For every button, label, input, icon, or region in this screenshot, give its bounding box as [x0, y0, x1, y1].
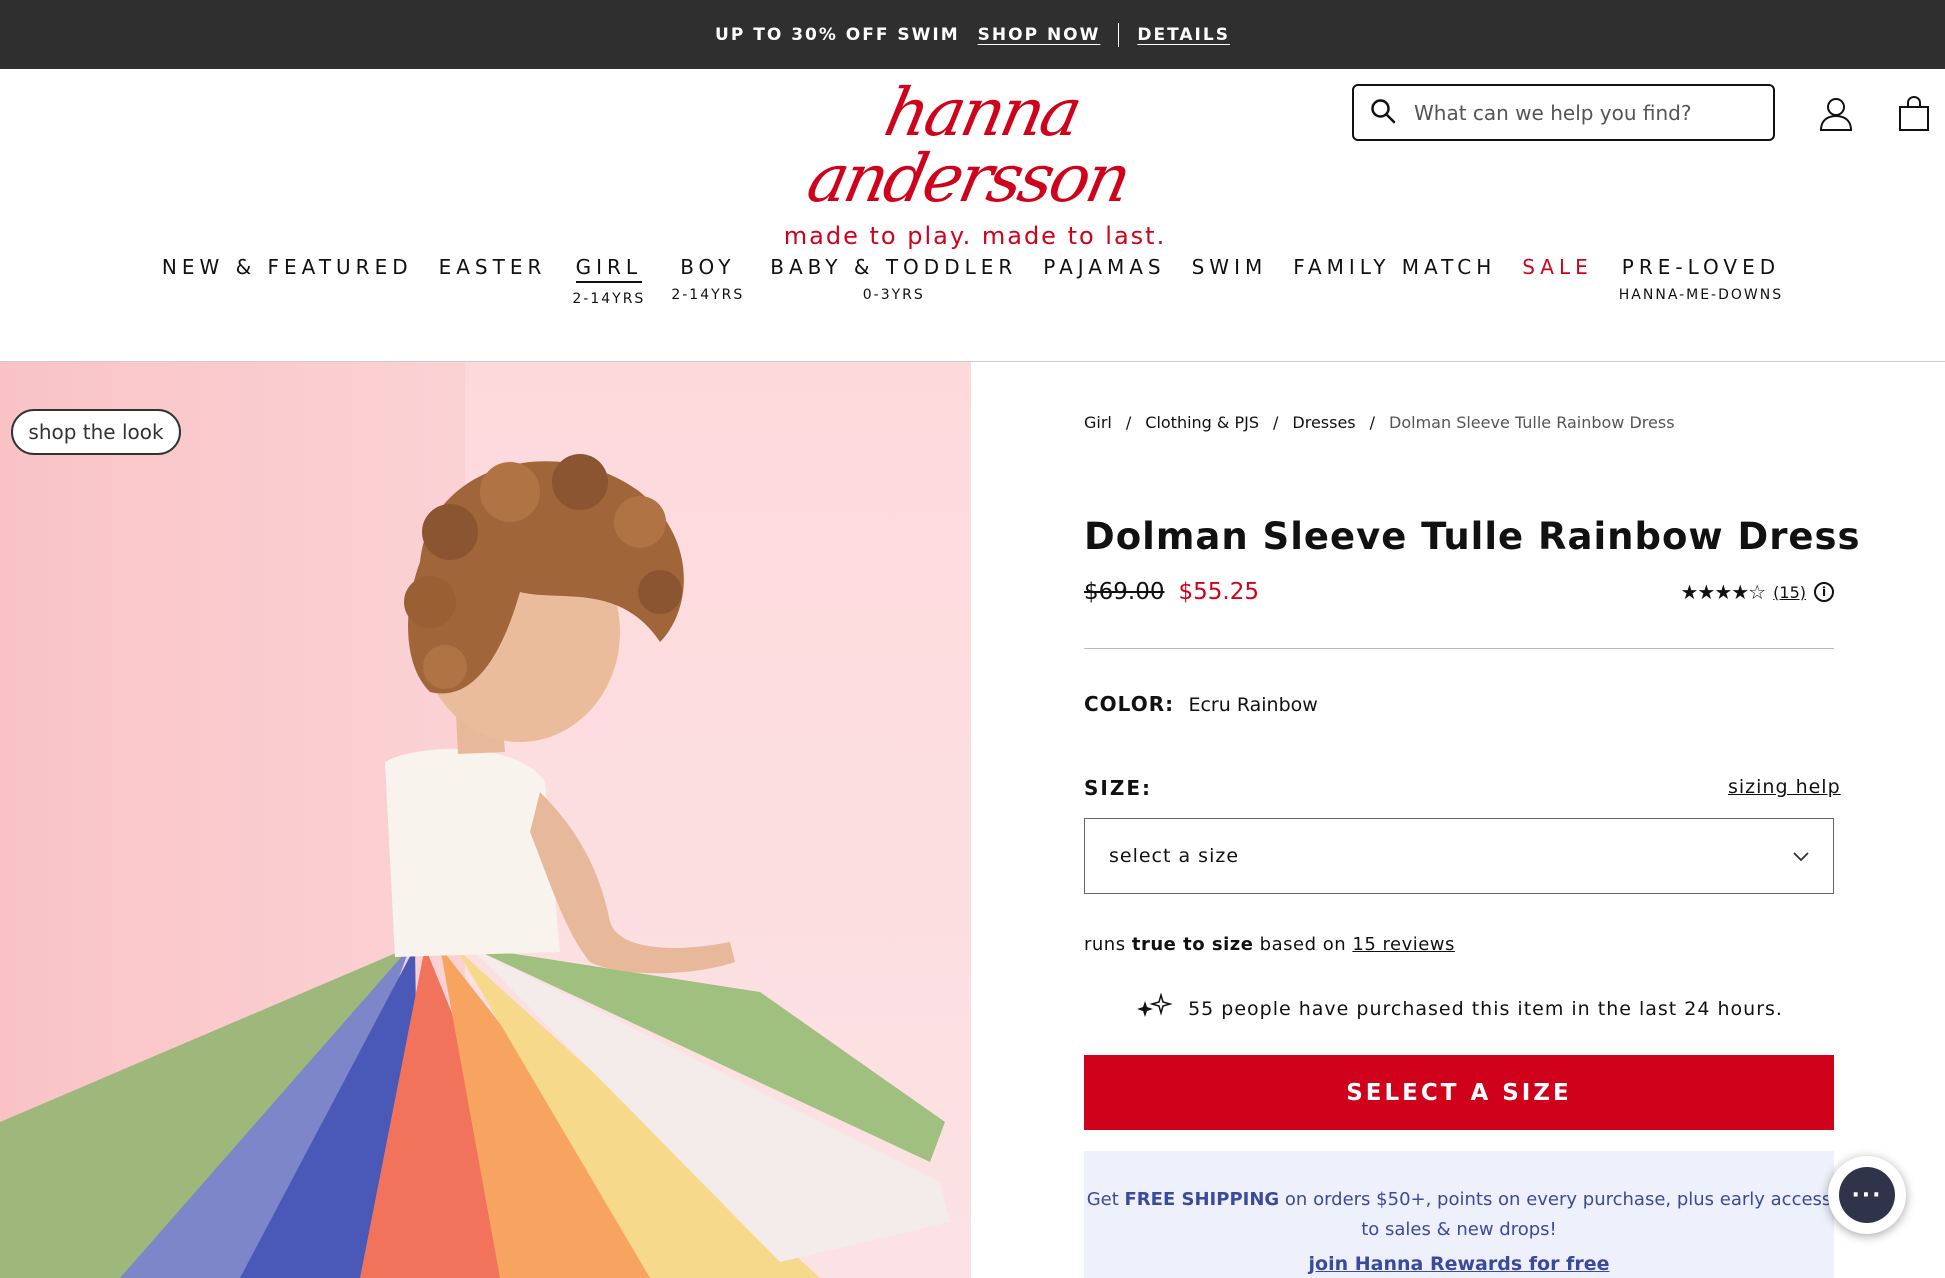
nav-item-girl[interactable]: GIRL 2-14YRS: [559, 255, 658, 307]
account-icon[interactable]: [1816, 94, 1856, 134]
purchase-activity: 55 people have purchased this item in th…: [1084, 992, 1834, 1021]
rewards-line1-pre: Get: [1086, 1189, 1119, 1210]
price-row: $69.00 $55.25 ★★★★☆ (15) i: [1084, 579, 1834, 605]
size-label: SIZE:: [1084, 776, 1153, 800]
nav-sublabel: 2-14YRS: [671, 287, 745, 303]
breadcrumb-item-clothing[interactable]: Clothing & PJS: [1145, 413, 1259, 432]
color-selector: COLOR: Ecru Rainbow: [1084, 692, 1318, 716]
product-image[interactable]: shop the look: [0, 362, 971, 1278]
sizing-help-link[interactable]: sizing help: [1728, 776, 1841, 798]
nav-sublabel: HANNA-ME-DOWNS: [1618, 287, 1784, 303]
nav-item-easter[interactable]: EASTER: [426, 255, 560, 307]
details-link[interactable]: DETAILS: [1137, 25, 1230, 45]
search-icon[interactable]: [1370, 98, 1396, 128]
nav-label: SWIM: [1191, 255, 1268, 279]
star-rating-icon: ★★★★☆: [1680, 580, 1767, 604]
reviews-link[interactable]: 15 reviews: [1352, 934, 1455, 955]
chevron-down-icon: [1793, 845, 1809, 867]
nav-label: BABY & TODDLER: [770, 255, 1018, 279]
price-divider: [1084, 648, 1834, 649]
nav-sublabel: 0-3YRS: [862, 287, 925, 303]
breadcrumb-item-dresses[interactable]: Dresses: [1292, 413, 1355, 432]
size-dropdown[interactable]: select a size: [1084, 818, 1834, 894]
fit-info: runs true to size based on 15 reviews: [1084, 934, 1455, 955]
fit-prefix: runs: [1084, 934, 1126, 955]
review-count-link[interactable]: (15): [1773, 583, 1806, 602]
nav-label: NEW & FEATURED: [161, 255, 413, 279]
rewards-line2: to sales & new drops!: [1361, 1219, 1557, 1240]
rewards-promo: Get FREE SHIPPING on orders $50+, points…: [1084, 1151, 1834, 1278]
main-nav: NEW & FEATURED EASTER GIRL 2-14YRS BOY 2…: [0, 255, 1945, 307]
chat-bubble-icon: ···: [1839, 1167, 1895, 1223]
select-size-button[interactable]: SELECT A SIZE: [1084, 1055, 1834, 1130]
nav-item-family-match[interactable]: FAMILY MATCH: [1280, 255, 1509, 307]
promo-bar: UP TO 30% OFF SWIM SHOP NOW DETAILS: [0, 0, 1945, 69]
search-input[interactable]: [1414, 100, 1744, 125]
nav-sublabel: 2-14YRS: [572, 291, 646, 307]
nav-label: FAMILY MATCH: [1293, 255, 1497, 279]
shopping-bag-icon[interactable]: [1896, 94, 1932, 134]
rating[interactable]: ★★★★☆ (15) i: [1680, 580, 1834, 604]
color-label: COLOR:: [1084, 692, 1175, 716]
shop-the-look-button[interactable]: shop the look: [11, 409, 181, 455]
join-rewards-link[interactable]: join Hanna Rewards for free: [1084, 1249, 1834, 1278]
nav-label: GIRL: [575, 255, 643, 283]
nav-label: EASTER: [438, 255, 547, 279]
logo-tagline: made to play. made to last.: [783, 222, 1167, 250]
shop-now-link[interactable]: SHOP NOW: [978, 25, 1101, 45]
breadcrumb-separator: /: [1369, 413, 1376, 432]
fit-value: true to size: [1131, 934, 1254, 955]
fit-mid: based on: [1259, 934, 1347, 955]
promo-text: UP TO 30% OFF SWIM: [715, 24, 960, 45]
original-price: $69.00: [1084, 579, 1165, 605]
sparkle-icon: [1135, 992, 1182, 1020]
nav-item-pre-loved[interactable]: PRE-LOVED HANNA-ME-DOWNS: [1606, 255, 1796, 307]
nav-label: BOY: [680, 255, 736, 279]
color-value: Ecru Rainbow: [1188, 694, 1318, 716]
purchase-activity-text: 55 people have purchased this item in th…: [1188, 998, 1783, 1020]
girl-in-rainbow-dress-illustration: [0, 454, 950, 1278]
rewards-free-shipping: FREE SHIPPING: [1124, 1189, 1280, 1210]
search-box[interactable]: [1352, 84, 1775, 141]
breadcrumb-separator: /: [1125, 413, 1132, 432]
size-dropdown-value: select a size: [1109, 845, 1240, 867]
rewards-line1-post: on orders $50+, points on every purchase…: [1284, 1189, 1832, 1210]
nav-item-baby-toddler[interactable]: BABY & TODDLER 0-3YRS: [757, 255, 1030, 307]
breadcrumb-current: Dolman Sleeve Tulle Rainbow Dress: [1389, 413, 1675, 432]
nav-item-sale[interactable]: SALE: [1509, 255, 1606, 307]
promo-separator: [1118, 22, 1120, 47]
sale-price: $55.25: [1178, 579, 1259, 605]
nav-label: PRE-LOVED: [1621, 255, 1781, 279]
product-title: Dolman Sleeve Tulle Rainbow Dress: [1084, 515, 1861, 558]
nav-item-boy[interactable]: BOY 2-14YRS: [658, 255, 757, 307]
nav-label: SALE: [1522, 255, 1593, 279]
nav-item-new-featured[interactable]: NEW & FEATURED: [149, 255, 426, 307]
breadcrumb-separator: /: [1273, 413, 1279, 432]
nav-label: PAJAMAS: [1043, 255, 1166, 279]
nav-item-swim[interactable]: SWIM: [1179, 255, 1281, 307]
info-icon[interactable]: i: [1814, 582, 1834, 602]
chat-button[interactable]: ···: [1828, 1156, 1906, 1234]
nav-item-pajamas[interactable]: PAJAMAS: [1030, 255, 1178, 307]
brand-logo[interactable]: hanna andersson made to play. made to la…: [755, 74, 1195, 250]
breadcrumb: Girl / Clothing & PJS / Dresses / Dolman…: [1084, 413, 1675, 432]
breadcrumb-item-girl[interactable]: Girl: [1084, 413, 1112, 432]
logo-wordmark: hanna andersson: [801, 74, 1136, 217]
